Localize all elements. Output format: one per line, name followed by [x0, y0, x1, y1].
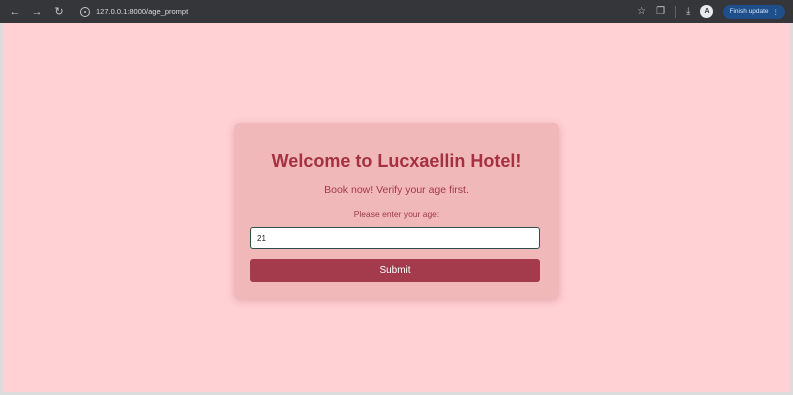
age-prompt-label: Please enter your age:: [353, 209, 440, 219]
reload-icon[interactable]: ↻: [50, 3, 68, 21]
address-bar[interactable]: 127.0.0.1:8000/age_prompt: [74, 2, 634, 21]
card-subtitle: Book now! Verify your age first.: [324, 184, 469, 196]
finish-update-button[interactable]: Finish update ⋮: [723, 4, 785, 19]
toolbar-actions: ☆ ❐ ⤓ A Finish update ⋮: [637, 4, 793, 19]
browser-toolbar: ← → ↻ 127.0.0.1:8000/age_prompt ☆ ❐ ⤓ A …: [0, 0, 793, 23]
forward-arrow-icon[interactable]: →: [28, 3, 46, 21]
download-icon[interactable]: ⤓: [686, 6, 690, 17]
submit-button[interactable]: Submit: [250, 259, 540, 282]
age-verification-card: Welcome to Lucxaellin Hotel! Book now! V…: [234, 123, 559, 299]
back-arrow-icon[interactable]: ←: [6, 3, 24, 21]
page-title: Welcome to Lucxaellin Hotel!: [271, 151, 522, 171]
star-icon[interactable]: ☆: [637, 6, 646, 17]
more-vert-icon: ⋮: [772, 8, 780, 16]
extensions-icon[interactable]: ❐: [656, 6, 665, 17]
age-input[interactable]: [250, 227, 540, 249]
finish-update-label: Finish update: [729, 8, 769, 15]
toolbar-divider: [675, 5, 677, 18]
site-info-icon[interactable]: [80, 6, 90, 17]
avatar[interactable]: A: [700, 5, 714, 18]
page-viewport: Welcome to Lucxaellin Hotel! Book now! V…: [0, 23, 793, 395]
url-text: 127.0.0.1:8000/age_prompt: [96, 7, 189, 16]
